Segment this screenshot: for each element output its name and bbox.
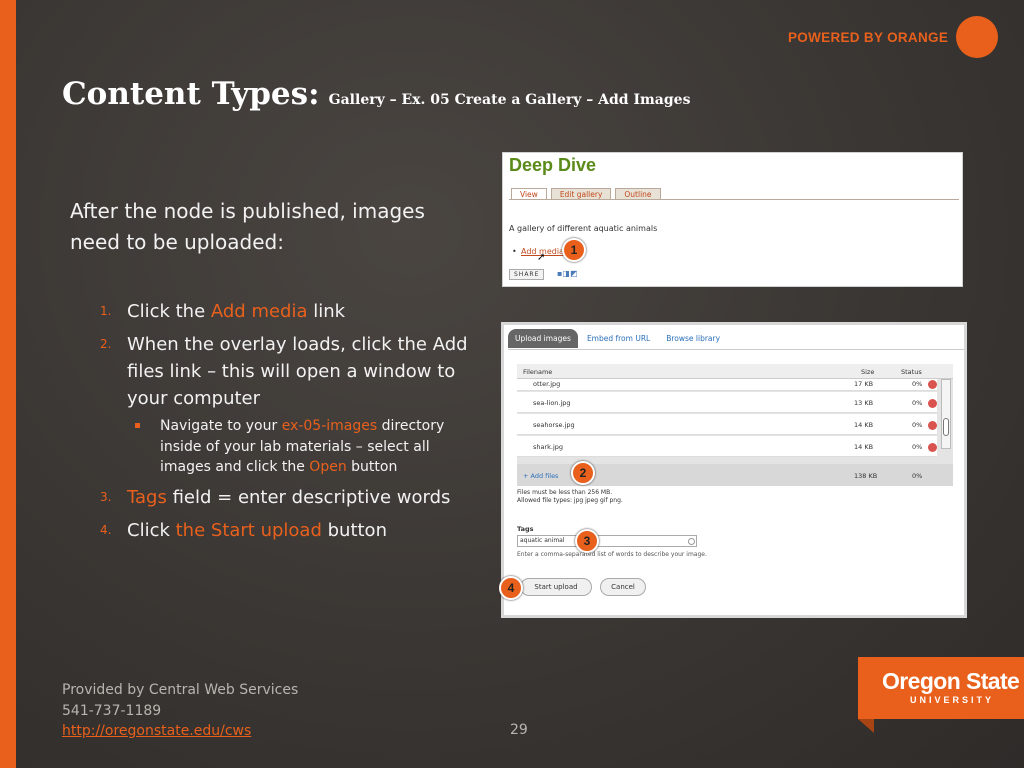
intro-text: After the node is published, images need… bbox=[70, 199, 425, 254]
callout-badge-1: 1 bbox=[562, 238, 586, 262]
table-row: otter.jpg 17 KB 0% bbox=[517, 379, 937, 391]
tab-browse-library[interactable]: Browse library bbox=[659, 329, 727, 348]
step-number: 2. bbox=[100, 337, 112, 351]
scrollbar-thumb[interactable] bbox=[943, 418, 949, 436]
cursor-icon: ➚ bbox=[537, 252, 546, 263]
step-number: 3. bbox=[100, 489, 112, 504]
powered-by-text: POWERED BY ORANGE bbox=[788, 29, 949, 45]
col-filename: Filename bbox=[523, 368, 553, 376]
step-number: 1. bbox=[100, 304, 112, 318]
add-files-link[interactable]: + Add files bbox=[523, 472, 558, 480]
remove-file-icon[interactable] bbox=[928, 380, 937, 389]
left-accent-bar bbox=[0, 0, 16, 768]
cancel-button[interactable]: Cancel bbox=[600, 578, 646, 596]
tags-input[interactable]: aquatic animal bbox=[517, 535, 697, 547]
tags-value: aquatic animal bbox=[520, 537, 565, 544]
allowed-types: Allowed file types: jpg jpeg gif png. bbox=[517, 497, 623, 504]
total-status: 0% bbox=[912, 472, 923, 480]
file-status: 0% bbox=[912, 399, 923, 407]
sub-highlight: ex-05-images bbox=[281, 418, 378, 434]
table-header: Filename Size Status bbox=[517, 364, 953, 379]
page-number: 29 bbox=[510, 722, 528, 738]
share-button[interactable]: SHARE bbox=[509, 269, 545, 280]
file-size: 13 KB bbox=[854, 399, 874, 407]
orange-dot-icon bbox=[956, 16, 999, 58]
table-row: seahorse.jpg 14 KB 0% bbox=[517, 414, 937, 435]
size-limit: Files must be less than 256 MB. bbox=[517, 489, 613, 496]
file-size: 14 KB bbox=[854, 443, 874, 451]
file-status: 0% bbox=[912, 421, 923, 429]
callout-badge-2: 2 bbox=[571, 461, 595, 485]
total-size: 138 KB bbox=[854, 472, 878, 480]
file-name: shark.jpg bbox=[533, 443, 564, 451]
step-1: 1. Click the Add media link bbox=[100, 298, 480, 325]
gallery-title: Deep Dive bbox=[509, 155, 597, 175]
step-3: 3. Tags field = enter descriptive words bbox=[100, 484, 480, 511]
title-sub: Gallery – Ex. 05 Create a Gallery – Add … bbox=[328, 92, 691, 108]
tab-divider bbox=[509, 199, 959, 200]
file-name: seahorse.jpg bbox=[533, 421, 575, 429]
tab-upload-images[interactable]: Upload images bbox=[508, 329, 578, 348]
logo-university: UNIVERSITY bbox=[910, 695, 995, 705]
upload-tabs: Upload images Embed from URL Browse libr… bbox=[508, 329, 729, 348]
title-main: Content Types: bbox=[62, 76, 320, 112]
step-number: 4. bbox=[100, 522, 112, 537]
slide-title: Content Types: Gallery – Ex. 05 Create a… bbox=[62, 76, 690, 112]
sub-highlight: Open bbox=[309, 459, 347, 475]
upload-limits: Files must be less than 256 MB. Allowed … bbox=[517, 489, 623, 505]
sub-step: Navigate to your ex-05-images directory … bbox=[127, 416, 480, 478]
square-bullet-icon bbox=[135, 423, 140, 428]
tab-embed-from-url[interactable]: Embed from URL bbox=[580, 329, 657, 348]
list-bullet: • bbox=[512, 247, 517, 256]
tab-divider bbox=[508, 349, 964, 350]
remove-file-icon[interactable] bbox=[928, 399, 937, 408]
oregon-state-logo: Oregon State UNIVERSITY bbox=[858, 657, 1024, 733]
sub-text: Navigate to your bbox=[160, 418, 282, 434]
tags-help: Enter a comma-separated list of words to… bbox=[517, 551, 707, 558]
footer: Provided by Central Web Services 541-737… bbox=[62, 680, 298, 742]
file-list-scrollbar[interactable] bbox=[941, 379, 951, 449]
step-highlight: Tags bbox=[127, 486, 167, 508]
callout-badge-3: 3 bbox=[575, 529, 599, 553]
logo-fold bbox=[858, 719, 874, 733]
step-text: Click bbox=[127, 519, 176, 541]
col-status: Status bbox=[901, 368, 922, 376]
step-text: Click the bbox=[127, 301, 211, 322]
autocomplete-icon bbox=[688, 538, 695, 545]
col-size: Size bbox=[861, 368, 875, 376]
step-text: field = enter descriptive words bbox=[166, 486, 451, 508]
callout-badge-4: 4 bbox=[499, 576, 523, 600]
file-status: 0% bbox=[912, 443, 923, 451]
logo-name: Oregon State bbox=[882, 668, 1020, 694]
remove-file-icon[interactable] bbox=[928, 421, 937, 430]
screenshot-upload-overlay: Upload images Embed from URL Browse libr… bbox=[499, 322, 967, 618]
screenshot-deep-dive: Deep Dive View Edit gallery Outline A ga… bbox=[502, 152, 963, 287]
step-text: link bbox=[307, 301, 346, 322]
footer-provider: Provided by Central Web Services bbox=[62, 682, 299, 698]
tags-label: Tags bbox=[517, 525, 534, 533]
step-text: When the overlay loads, click the Add fi… bbox=[127, 334, 468, 409]
step-highlight: the Start upload bbox=[175, 519, 322, 541]
step-highlight: Add media bbox=[210, 301, 308, 322]
table-row: shark.jpg 14 KB 0% bbox=[517, 436, 937, 457]
sub-text: button bbox=[346, 459, 398, 475]
sub-list: Navigate to your ex-05-images directory … bbox=[127, 416, 480, 478]
file-name: otter.jpg bbox=[533, 380, 561, 388]
step-4: 4. Click the Start upload button bbox=[100, 517, 480, 544]
step-text: button bbox=[321, 519, 387, 541]
remove-file-icon[interactable] bbox=[928, 443, 937, 452]
footer-url-link[interactable]: http://oregonstate.edu/cws bbox=[62, 721, 298, 742]
share-icons: ▪◨◩ bbox=[557, 269, 578, 278]
file-size: 17 KB bbox=[854, 380, 874, 388]
start-upload-button[interactable]: Start upload bbox=[520, 578, 592, 596]
table-row: sea-lion.jpg 13 KB 0% bbox=[517, 392, 937, 413]
powered-by-orange: POWERED BY ORANGE bbox=[788, 16, 999, 58]
steps-list: 1. Click the Add media link 2. When the … bbox=[100, 298, 480, 550]
file-status: 0% bbox=[912, 380, 923, 388]
gallery-description: A gallery of different aquatic animals bbox=[509, 224, 658, 233]
file-name: sea-lion.jpg bbox=[533, 399, 571, 407]
step-2: 2. When the overlay loads, click the Add… bbox=[100, 331, 480, 478]
file-size: 14 KB bbox=[854, 421, 874, 429]
footer-phone: 541-737-1189 bbox=[62, 702, 162, 719]
